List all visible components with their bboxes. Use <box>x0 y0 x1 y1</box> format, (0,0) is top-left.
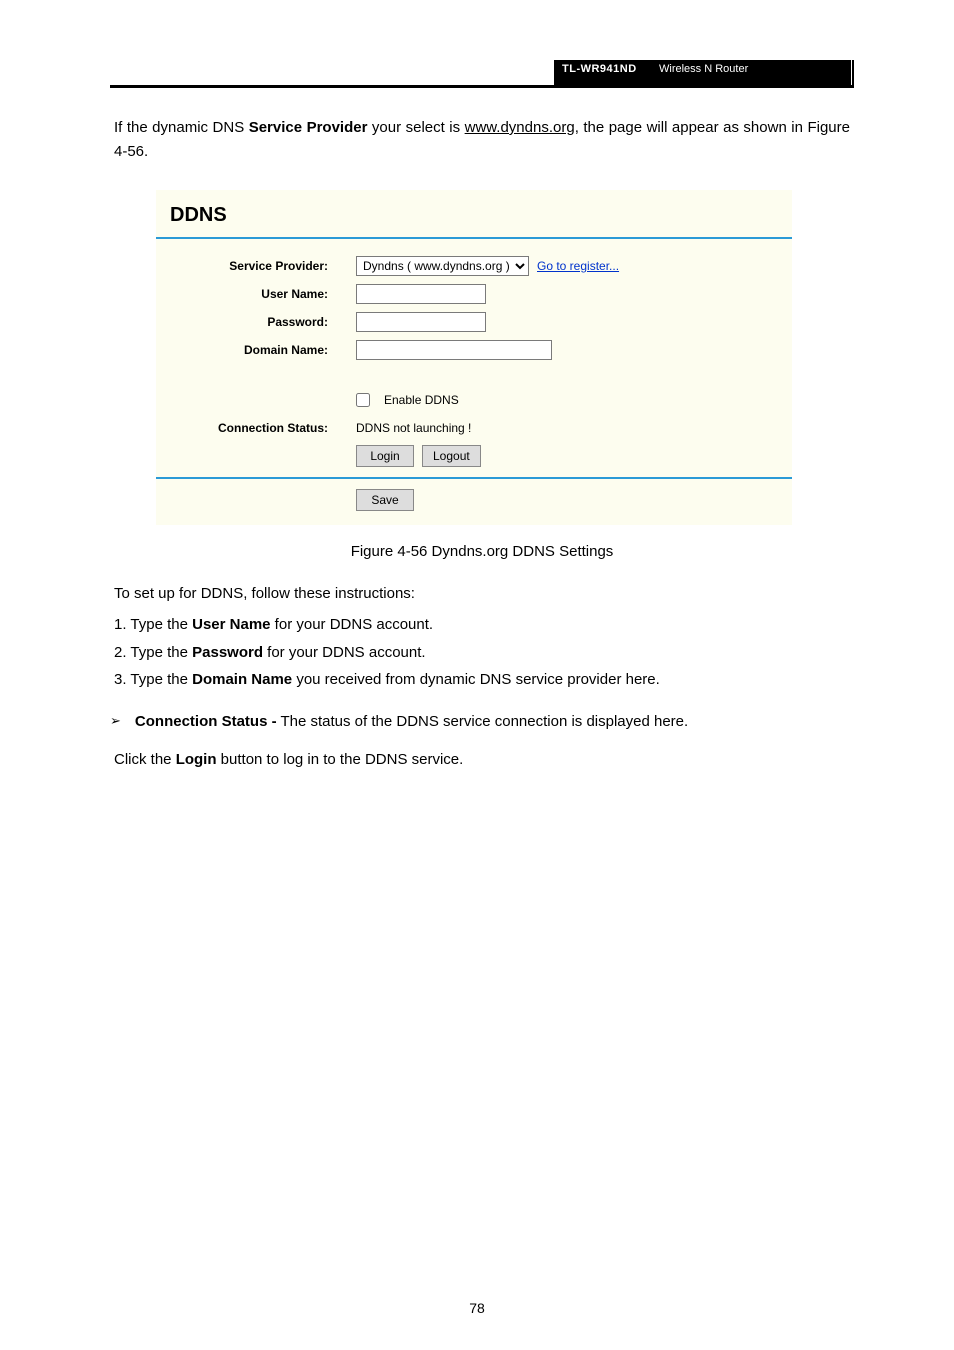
step-2: 2. Type the Password for your DDNS accou… <box>114 640 850 666</box>
header-bar: TL-WR941ND Wireless N Router <box>110 60 854 88</box>
connection-status-text: DDNS not launching ! <box>356 421 471 435</box>
label-domain-name: Domain Name: <box>156 343 356 357</box>
figure-screenshot: DDNS Service Provider: Dyndns ( www.dynd… <box>156 190 854 525</box>
label-connection-status: Connection Status: <box>156 421 356 435</box>
ddns-title: DDNS <box>170 204 792 227</box>
bullet-row: ➢ Connection Status - The status of the … <box>110 713 854 730</box>
step-1: 1. Type the User Name for your DDNS acco… <box>114 612 850 638</box>
product-model: TL-WR941ND <box>562 63 637 75</box>
step-3: 3. Type the Domain Name you received fro… <box>114 667 850 693</box>
domain-name-input[interactable] <box>356 340 552 360</box>
header-black-box: TL-WR941ND Wireless N Router <box>554 60 854 85</box>
login-instruction: Click the Login button to log in to the … <box>114 748 850 772</box>
save-button[interactable]: Save <box>356 489 414 511</box>
label-service-provider: Service Provider: <box>156 259 356 273</box>
label-password: Password: <box>156 315 356 329</box>
enable-ddns-label: Enable DDNS <box>384 393 459 407</box>
page-number: 78 <box>0 1300 954 1316</box>
product-name: Wireless N Router <box>659 63 748 75</box>
intro-paragraph: If the dynamic DNS Service Provider your… <box>114 116 850 164</box>
bullet-label: Connection Status - <box>135 713 277 730</box>
user-name-input[interactable] <box>356 284 486 304</box>
password-input[interactable] <box>356 312 486 332</box>
arrow-icon: ➢ <box>110 713 121 730</box>
bullet-text: The status of the DDNS service connectio… <box>280 713 688 730</box>
figure-caption: Figure 4-56 Dyndns.org DDNS Settings <box>110 543 854 560</box>
enable-ddns-checkbox[interactable] <box>356 393 370 407</box>
logout-button[interactable]: Logout <box>422 445 481 467</box>
label-user-name: User Name: <box>156 287 356 301</box>
steps-list: 1. Type the User Name for your DDNS acco… <box>114 612 850 693</box>
register-link[interactable]: Go to register... <box>537 259 619 273</box>
login-button[interactable]: Login <box>356 445 414 467</box>
ddns-panel: DDNS Service Provider: Dyndns ( www.dynd… <box>156 190 792 525</box>
service-provider-select[interactable]: Dyndns ( www.dyndns.org ) <box>356 256 529 276</box>
steps-intro: To set up for DDNS, follow these instruc… <box>114 582 850 606</box>
